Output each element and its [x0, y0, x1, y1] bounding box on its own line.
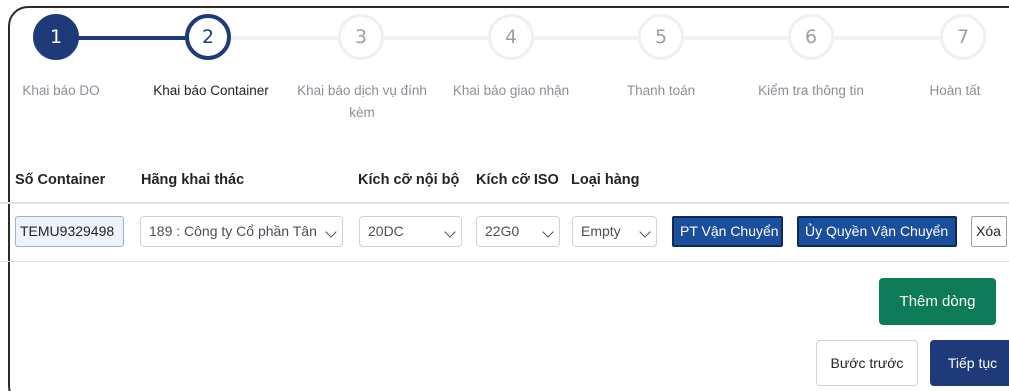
delete-row-button[interactable]: Xóa	[971, 216, 1007, 247]
header-operator: Hãng khai thác	[141, 172, 245, 188]
stepper-track-pending	[208, 36, 968, 40]
step-4-number: 4	[504, 26, 518, 48]
chevron-down-icon	[639, 226, 651, 238]
operator-select-value: 189 : Công ty Cổ phần Tân	[149, 223, 317, 239]
step-1-label: Khai báo DO	[22, 83, 100, 98]
step-3-label-line2: kèm	[349, 105, 375, 120]
iso-size-select[interactable]: 22G0	[476, 216, 560, 247]
step-4-label: Khai báo giao nhận	[452, 83, 570, 98]
step-2-circle[interactable]: 2	[185, 14, 231, 60]
step-1-circle[interactable]: 1	[33, 14, 79, 60]
step-5-circle[interactable]: 5	[638, 14, 684, 60]
previous-step-button[interactable]: Bước trước	[816, 340, 918, 386]
operator-select[interactable]: 189 : Công ty Cổ phần Tân	[140, 216, 343, 247]
step-3-label-line1: Khai báo dịch vụ đính	[297, 83, 427, 98]
step-4-circle[interactable]: 4	[488, 14, 534, 60]
header-internal-size: Kích cỡ nội bộ	[358, 172, 460, 188]
header-cargo-type: Loại hàng	[571, 172, 640, 188]
container-table-header: Số Container Hãng khai thác Kích cỡ nội …	[0, 160, 1009, 204]
cargo-type-select[interactable]: Empty	[572, 216, 657, 247]
step-7-circle[interactable]: 7	[940, 14, 986, 60]
internal-size-value: 20DC	[368, 223, 404, 239]
step-7-label: Hoàn tất	[929, 83, 981, 98]
progress-stepper: 1 2 3 4 5 6 7 Khai báo DO Khai báo Conta…	[0, 0, 1009, 150]
step-6-circle[interactable]: 6	[788, 14, 834, 60]
cargo-type-value: Empty	[581, 223, 621, 239]
step-6-number: 6	[804, 26, 818, 48]
transport-method-button[interactable]: PT Vận Chuyển	[672, 216, 783, 247]
step-6-label: Kiểm tra thông tin	[758, 83, 864, 98]
chevron-down-icon	[325, 226, 337, 238]
internal-size-select[interactable]: 20DC	[359, 216, 462, 247]
chevron-down-icon	[542, 226, 554, 238]
step-3-label: Khai báo dịch vụ đính kèm	[286, 80, 438, 124]
step-5-number: 5	[654, 26, 668, 48]
step-3-circle[interactable]: 3	[338, 14, 384, 60]
step-7-number: 7	[956, 26, 970, 48]
authorize-transport-button[interactable]: Ủy Quyền Vận Chuyển	[797, 216, 957, 247]
table-row: TEMU9329498 189 : Công ty Cổ phần Tân 20…	[0, 206, 1009, 262]
step-2-label: Khai báo Container	[153, 83, 269, 98]
step-1-number: 1	[49, 26, 63, 48]
step-5-label: Thanh toán	[626, 83, 696, 98]
add-row-button[interactable]: Thêm dòng	[879, 278, 996, 325]
next-step-button[interactable]: Tiếp tục	[930, 340, 1009, 386]
step-2-number: 2	[201, 26, 215, 48]
header-container-no: Số Container	[15, 172, 106, 188]
step-3-number: 3	[354, 26, 368, 48]
chevron-down-icon	[444, 226, 456, 238]
header-iso-size: Kích cỡ ISO	[476, 172, 559, 188]
container-no-input[interactable]: TEMU9329498	[15, 216, 124, 247]
iso-size-value: 22G0	[485, 223, 520, 239]
